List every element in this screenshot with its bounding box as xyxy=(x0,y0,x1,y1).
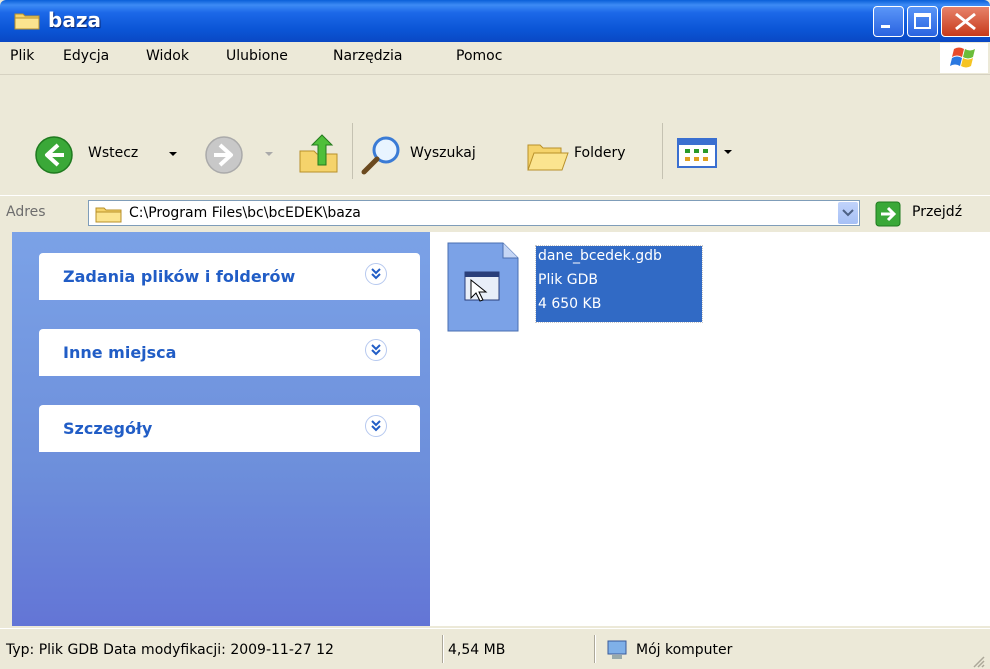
task-pane: Zadania plików i folderów Inne miejsca S… xyxy=(12,232,430,626)
panel-file-folder-tasks[interactable]: Zadania plików i folderów xyxy=(39,253,420,300)
menu-pomoc[interactable]: Pomoc xyxy=(456,48,502,64)
folders-icon xyxy=(527,144,569,171)
file-size: 4 650 KB xyxy=(538,296,602,312)
minimize-button[interactable] xyxy=(873,6,904,37)
file-type: Plik GDB xyxy=(538,272,599,288)
go-label: Przejdź xyxy=(912,204,963,220)
forward-arrow-icon xyxy=(205,136,243,174)
windows-logo-icon xyxy=(940,43,988,73)
up-folder-button[interactable] xyxy=(296,131,342,177)
dropdown-arrow-icon[interactable] xyxy=(168,149,178,159)
folder-icon xyxy=(14,13,40,30)
up-folder-icon xyxy=(299,134,338,173)
menu-narzedzia[interactable]: Narzędzia xyxy=(333,48,402,64)
go-button[interactable]: Przejdź xyxy=(872,200,988,228)
status-size: 4,54 MB xyxy=(448,642,506,658)
views-icon xyxy=(677,138,732,168)
toolbar-separator xyxy=(352,123,353,179)
menu-edycja[interactable]: Edycja xyxy=(63,48,109,64)
maximize-icon xyxy=(914,13,931,29)
dropdown-arrow-icon[interactable] xyxy=(264,149,274,159)
title-bar[interactable]: baza xyxy=(0,0,990,42)
search-icon xyxy=(361,136,400,175)
gdb-file-icon xyxy=(447,242,519,332)
explorer-window: baza Plik Edycja Widok Ulubione Narzędzi… xyxy=(0,0,990,669)
file-label-selected: dane_bcedek.gdb Plik GDB 4 650 KB xyxy=(535,245,703,323)
views-button[interactable] xyxy=(676,135,740,171)
status-file-info: Typ: Plik GDB Data modyfikacji: 2009-11-… xyxy=(6,642,334,658)
folders-label: Foldery xyxy=(574,145,626,161)
forward-button[interactable] xyxy=(202,133,282,177)
my-computer-icon xyxy=(607,640,627,659)
panel-title: Szczegóły xyxy=(63,419,153,438)
go-arrow-icon xyxy=(875,201,901,227)
panel-expand-button[interactable] xyxy=(365,339,387,361)
double-chevron-down-icon xyxy=(371,344,381,356)
window-title: baza xyxy=(48,8,101,32)
address-bar: Adres C:\Program Files\bc\bcEDEK\baza Pr… xyxy=(0,195,990,232)
close-button[interactable] xyxy=(941,6,990,37)
search-button[interactable]: Wyszukaj xyxy=(358,131,508,177)
resize-grip-icon[interactable] xyxy=(972,655,986,669)
file-name: dane_bcedek.gdb xyxy=(538,248,662,264)
address-label: Adres xyxy=(6,204,46,220)
maximize-button[interactable] xyxy=(907,6,938,37)
address-input[interactable]: C:\Program Files\bc\bcEDEK\baza xyxy=(88,200,860,226)
toolbar: Wstecz Wyszukaj Foldery xyxy=(0,75,990,194)
double-chevron-down-icon xyxy=(371,268,381,280)
panel-expand-button[interactable] xyxy=(365,415,387,437)
menu-widok[interactable]: Widok xyxy=(146,48,189,64)
status-separator xyxy=(594,635,596,663)
panel-other-places[interactable]: Inne miejsca xyxy=(39,329,420,376)
panel-details[interactable]: Szczegóły xyxy=(39,405,420,452)
status-bar: Typ: Plik GDB Data modyfikacji: 2009-11-… xyxy=(0,628,990,669)
back-label: Wstecz xyxy=(88,145,139,161)
status-separator xyxy=(442,635,444,663)
menu-bar: Plik Edycja Widok Ulubione Narzędzia Pom… xyxy=(0,42,990,75)
menu-plik[interactable]: Plik xyxy=(10,48,34,64)
search-label: Wyszukaj xyxy=(410,145,476,161)
menu-ulubione[interactable]: Ulubione xyxy=(226,48,288,64)
status-location: Mój komputer xyxy=(636,642,733,658)
address-path: C:\Program Files\bc\bcEDEK\baza xyxy=(129,205,361,221)
chevron-down-icon xyxy=(842,209,854,217)
toolbar-separator xyxy=(662,123,663,179)
double-chevron-down-icon xyxy=(371,420,381,432)
address-dropdown-button[interactable] xyxy=(838,202,858,224)
back-button[interactable]: Wstecz xyxy=(32,133,192,177)
folders-button[interactable]: Foldery xyxy=(524,131,654,177)
folder-icon xyxy=(95,207,122,223)
minimize-icon xyxy=(881,25,890,28)
panel-title: Inne miejsca xyxy=(63,343,177,362)
panel-title: Zadania plików i folderów xyxy=(63,267,296,286)
close-icon xyxy=(955,12,976,31)
panel-expand-button[interactable] xyxy=(365,263,387,285)
back-arrow-icon xyxy=(35,136,73,174)
